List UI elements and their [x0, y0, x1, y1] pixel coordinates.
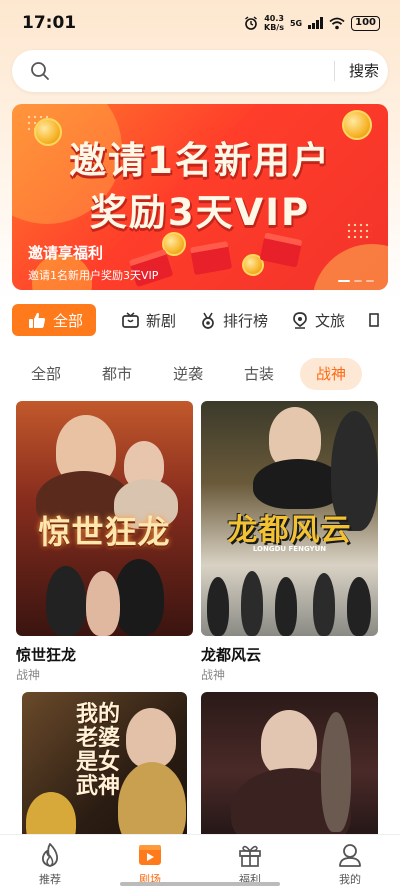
flame-icon [41, 843, 59, 867]
drama-card[interactable]: 我的老婆是女武神 [22, 692, 187, 852]
tab-culture-travel[interactable]: 文旅 [280, 304, 357, 336]
chip-costume[interactable]: 古装 [229, 358, 289, 390]
banner-title: 邀请1名新用户 [69, 139, 331, 182]
red-envelope-icon [259, 232, 303, 268]
tab-label: 文旅 [315, 311, 346, 330]
poster-figure [347, 577, 371, 636]
chip-war-god[interactable]: 战神 [300, 358, 362, 390]
network-speed: 40.3 KB/s [264, 14, 284, 32]
profile-icon [339, 844, 361, 867]
chip-all[interactable]: 全部 [16, 358, 76, 390]
tab-more[interactable] [357, 304, 398, 336]
red-envelope-icon [189, 240, 233, 276]
banner-pager [338, 280, 374, 282]
search-button[interactable]: 搜索 [340, 50, 388, 92]
promo-banner[interactable]: 邀请1名新用户 奖励3天VIP 邀请享福利 邀请1名新用户奖励3天VIP [12, 104, 388, 290]
drama-poster[interactable]: 我的老婆是女武神 [22, 692, 187, 852]
poster-subtitle-art: LONGDU FENGYUN [252, 545, 327, 553]
drama-card[interactable]: 惊世狂龙 惊世狂龙 战神 [16, 401, 193, 683]
tab-label: 全部 [53, 311, 84, 330]
alarm-icon [245, 16, 257, 30]
poster-figure [86, 571, 120, 636]
chip-comeback[interactable]: 逆袭 [158, 358, 218, 390]
gift-icon [239, 845, 261, 867]
banner-title: 奖励3天VIP [89, 191, 311, 234]
poster-figure [313, 573, 335, 636]
poster-title-art: 我的老婆是女武神 [76, 701, 121, 799]
drama-card[interactable]: 龙都风云 LONGDU FENGYUN 龙都风云 战神 [201, 401, 378, 683]
status-bar: 17:01 40.3 KB/s 5G 100 [0, 0, 400, 46]
poster-figure [275, 577, 297, 636]
poster-figure [207, 577, 229, 636]
poster-figure [46, 566, 86, 636]
drama-poster[interactable]: 惊世狂龙 [16, 401, 193, 636]
battery-icon: 100 [351, 15, 380, 31]
drama-tag: 战神 [201, 668, 226, 682]
bottom-navigation: 推荐 剧场 福利 我的 [0, 834, 400, 889]
banner-subtitle: 邀请享福利 [28, 244, 104, 262]
drama-tag: 战神 [16, 668, 41, 682]
nav-profile[interactable]: 我的 [300, 835, 400, 889]
tab-label: 排行榜 [223, 311, 269, 330]
medal-icon [202, 312, 214, 329]
search-input[interactable] [60, 58, 326, 84]
drama-poster[interactable] [201, 692, 378, 852]
poster-figure [261, 710, 317, 776]
poster-figure [126, 708, 176, 768]
drama-title[interactable]: 惊世狂龙 [16, 644, 193, 664]
poster-title-art: 惊世狂龙 [38, 513, 171, 551]
chip-urban[interactable]: 都市 [87, 358, 147, 390]
poster-figure [253, 459, 343, 509]
nav-label: 我的 [339, 873, 361, 886]
wifi-icon [329, 17, 345, 29]
search-icon [31, 62, 49, 80]
tab-ranking[interactable]: 排行榜 [188, 304, 280, 336]
book-icon [369, 313, 379, 327]
banner-decoration [312, 244, 388, 290]
location-icon [293, 311, 307, 329]
nav-label: 推荐 [39, 873, 61, 886]
chip-more[interactable] [373, 358, 393, 390]
poster-figure [241, 571, 263, 636]
poster-figure [321, 712, 351, 832]
home-indicator[interactable] [120, 882, 280, 886]
tab-all[interactable]: 全部 [12, 304, 96, 336]
tab-new-drama[interactable]: 新剧 [110, 304, 188, 336]
search-bar[interactable]: 搜索 [12, 50, 388, 92]
tab-label: 新剧 [146, 311, 177, 330]
category-tabs: 全部 新剧 排行榜 文旅 [0, 302, 400, 338]
drama-card[interactable] [201, 692, 378, 852]
status-indicators: 40.3 KB/s 5G 100 [244, 14, 380, 32]
drama-poster[interactable]: 龙都风云 LONGDU FENGYUN [201, 401, 378, 636]
speed-value: 40.3 [264, 14, 284, 23]
nav-recommend[interactable]: 推荐 [0, 835, 100, 889]
poster-figure [114, 559, 164, 636]
network-type: 5G [289, 18, 303, 28]
tv-icon [122, 312, 139, 328]
status-time: 17:01 [22, 13, 77, 33]
genre-filter: 全部 都市 逆袭 古装 战神 [0, 356, 400, 392]
poster-title-art: 龙都风云 [227, 513, 352, 548]
theater-icon [139, 845, 161, 865]
speed-unit: KB/s [264, 23, 284, 32]
thumbs-up-icon [29, 312, 46, 328]
nav-welfare[interactable]: 福利 [200, 835, 300, 889]
signal-icon [308, 17, 324, 29]
nav-theater[interactable]: 剧场 [100, 835, 200, 889]
drama-title[interactable]: 龙都风云 [201, 644, 378, 664]
banner-description: 邀请1名新用户奖励3天VIP [28, 269, 159, 282]
search-divider [334, 61, 335, 81]
